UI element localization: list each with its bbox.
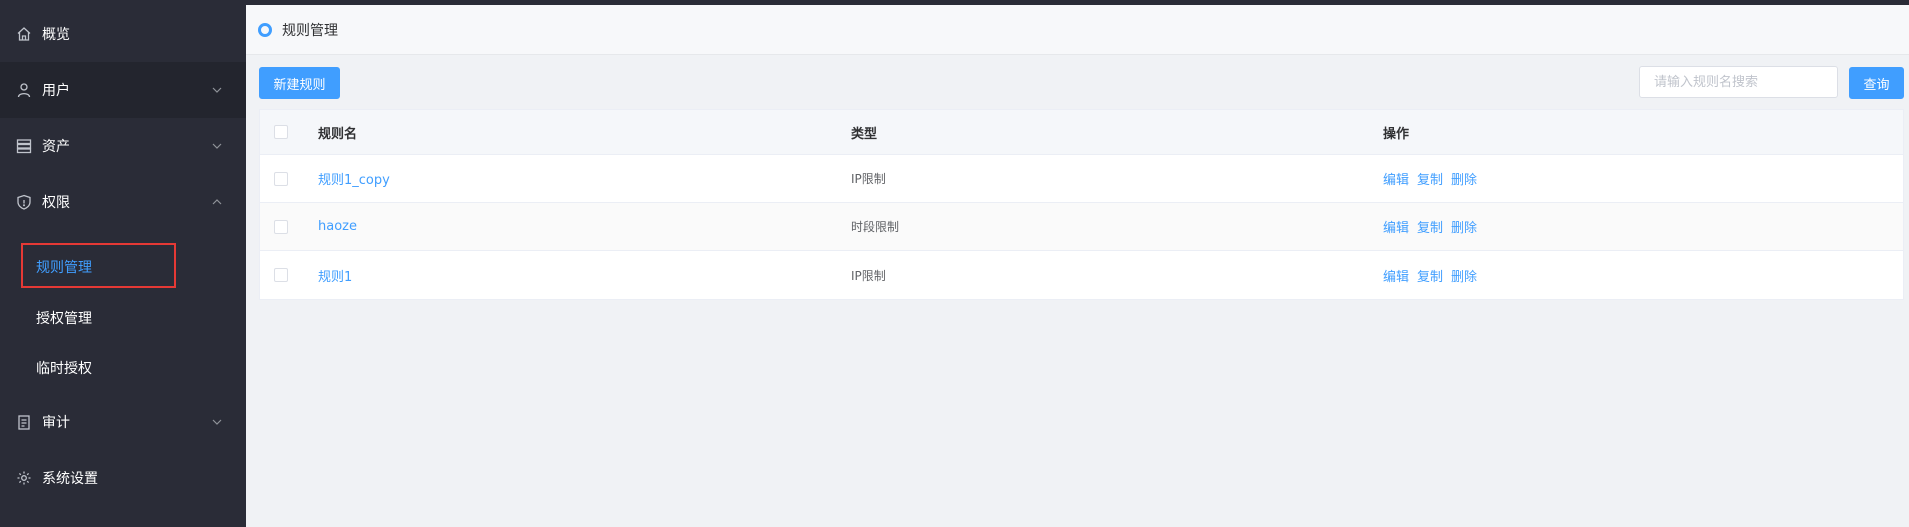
shield-icon [16,194,32,210]
column-header-name: 规则名 [318,126,358,142]
edit-link[interactable]: 编辑 [1383,217,1409,236]
nav-item-system-settings[interactable]: 系统设置 [0,450,246,506]
row-checkbox[interactable] [274,171,288,186]
new-rule-button[interactable]: 新建规则 [259,67,340,99]
nav-label: 概览 [42,27,70,43]
table-row: 规则1_copy IP限制 编辑 复制 删除 [260,155,1903,203]
user-icon [16,82,32,98]
rule-name-link[interactable]: 规则1 [318,266,352,285]
chevron-down-icon [212,419,222,425]
sidebar: 概览 用户 资产 权限 规则管理 授权管理 临时授权 审计 系统设置 [0,0,246,527]
sub-item-authorization-management[interactable]: 授权管理 [0,293,246,343]
page-header: 规则管理 [246,5,1909,55]
server-icon [16,138,32,154]
table-row: 规则1 IP限制 编辑 复制 删除 [260,251,1903,299]
nav-item-users[interactable]: 用户 [0,62,246,118]
nav-item-overview[interactable]: 概览 [0,6,246,62]
copy-link[interactable]: 复制 [1417,266,1443,285]
rule-type: 时段限制 [851,220,900,234]
highlight-box [21,243,176,288]
copy-link[interactable]: 复制 [1417,217,1443,236]
edit-link[interactable]: 编辑 [1383,266,1409,285]
page-title: 规则管理 [282,22,338,39]
nav-label: 权限 [42,195,70,211]
rule-name-link[interactable]: haoze [318,219,357,234]
column-header-type: 类型 [851,126,878,142]
nav-label: 系统设置 [42,471,98,487]
table-row: haoze 时段限制 编辑 复制 删除 [260,203,1903,251]
search-input[interactable] [1639,66,1838,98]
rules-table: 规则名 类型 操作 规则1_copy IP限制 编辑 复制 删除 haoze 时… [259,109,1904,300]
home-icon [16,26,32,42]
delete-link[interactable]: 删除 [1451,169,1477,188]
nav-item-permissions[interactable]: 权限 [0,174,246,230]
rule-type: IP限制 [851,268,886,283]
nav-item-audit[interactable]: 审计 [0,394,246,450]
chevron-up-icon [212,199,222,205]
row-actions: 编辑 复制 删除 [1383,155,1485,202]
main-content: 规则管理 新建规则 查询 规则名 类型 操作 规则1_copy IP限制 编辑 … [246,5,1909,527]
clipboard-icon [16,414,32,430]
nav-label: 审计 [42,415,70,431]
column-header-actions: 操作 [1383,126,1410,142]
row-actions: 编辑 复制 删除 [1383,203,1485,250]
nav-label: 用户 [42,83,70,99]
rule-type: IP限制 [851,172,886,186]
copy-link[interactable]: 复制 [1417,169,1443,188]
nav-item-assets[interactable]: 资产 [0,118,246,174]
row-actions: 编辑 复制 删除 [1383,251,1485,299]
gear-icon [16,470,32,486]
nav-label: 资产 [42,139,70,155]
delete-link[interactable]: 删除 [1451,217,1477,236]
table-header: 规则名 类型 操作 [260,110,1903,155]
delete-link[interactable]: 删除 [1451,266,1477,285]
chevron-down-icon [212,87,222,93]
chevron-down-icon [212,143,222,149]
circle-icon [258,22,272,37]
query-button[interactable]: 查询 [1849,67,1904,99]
edit-link[interactable]: 编辑 [1383,169,1409,188]
sub-item-temporary-authorization[interactable]: 临时授权 [0,343,246,393]
select-all-checkbox[interactable] [274,125,288,139]
row-checkbox[interactable] [274,219,288,234]
row-checkbox[interactable] [274,268,288,282]
rule-name-link[interactable]: 规则1_copy [318,169,390,188]
